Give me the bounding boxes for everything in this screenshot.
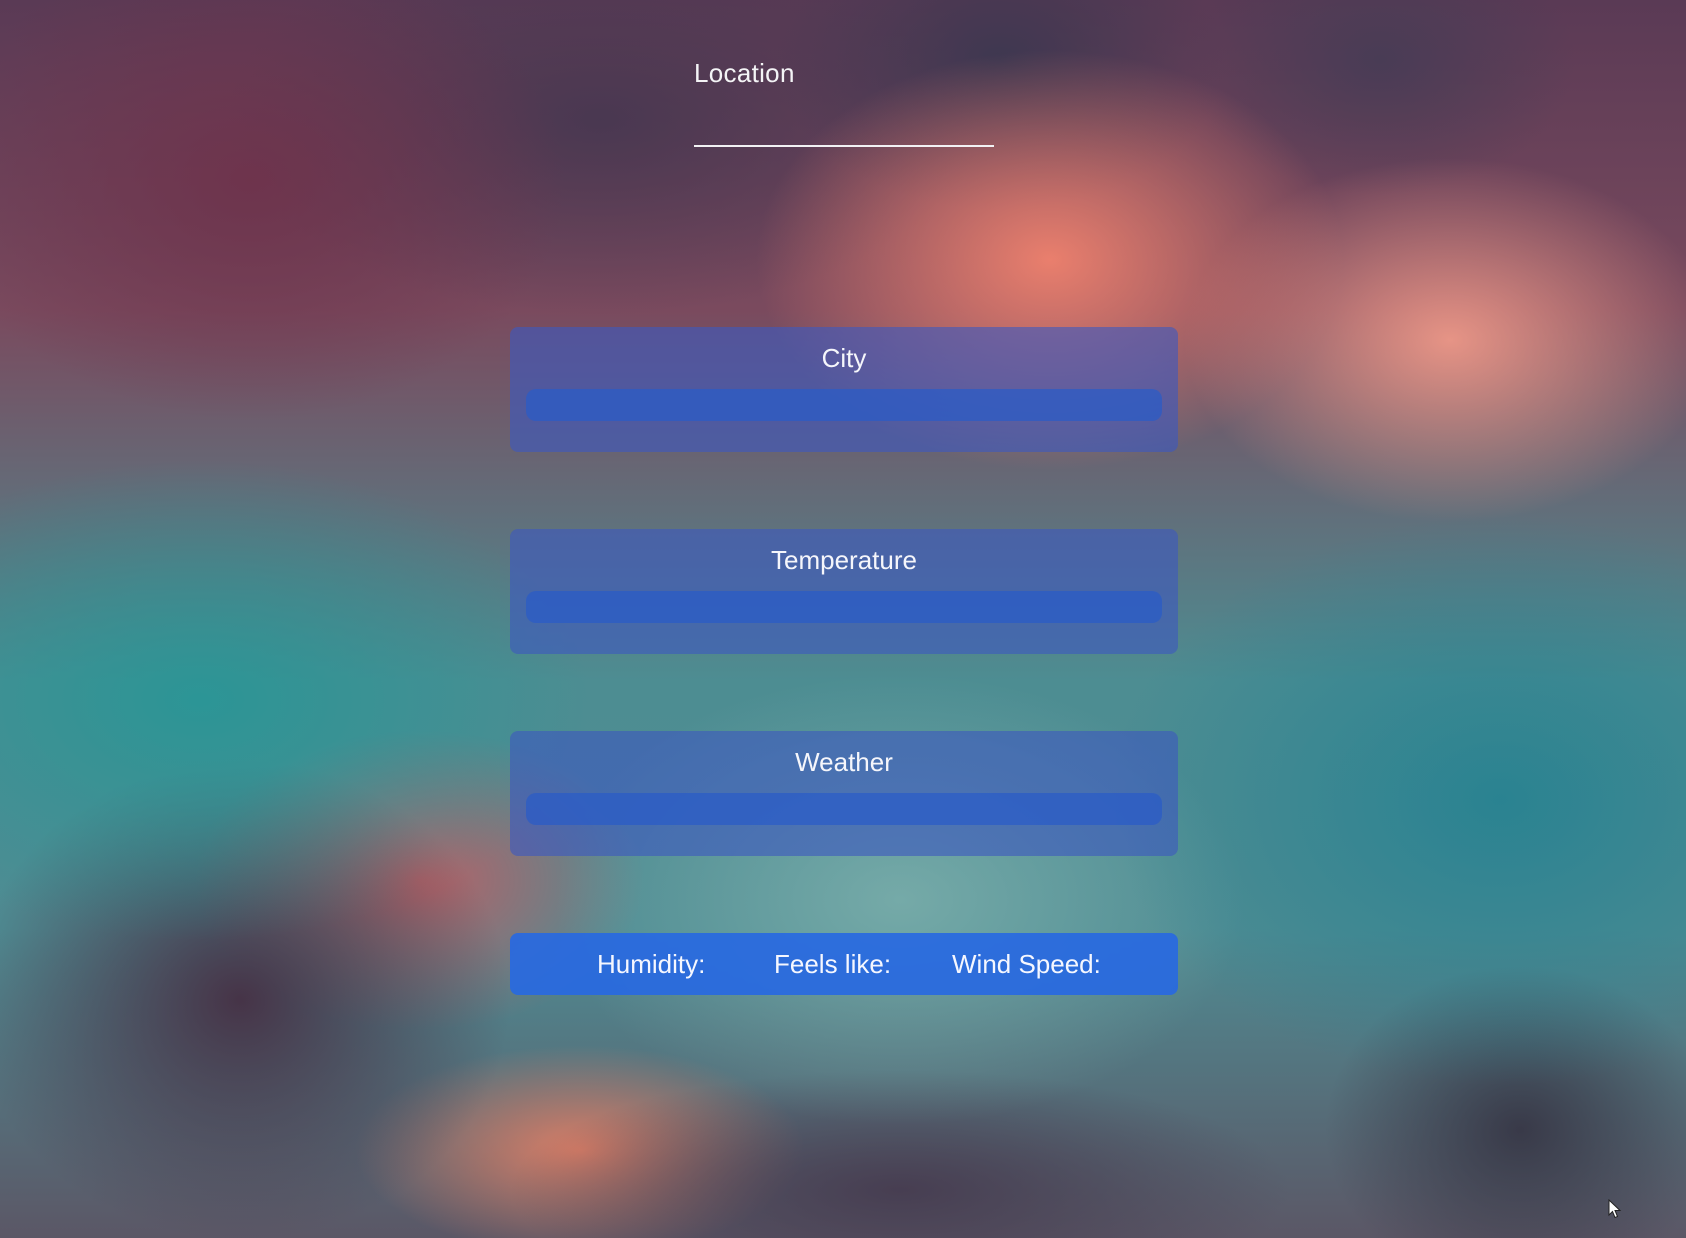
weather-title: Weather <box>795 747 893 777</box>
temperature-panel: Temperature <box>510 529 1178 654</box>
location-input[interactable] <box>694 111 994 147</box>
humidity-label: Humidity: <box>597 949 706 979</box>
mouse-cursor-icon <box>1608 1198 1622 1219</box>
feels-like-label: Feels like: <box>774 949 892 979</box>
weather-value-field <box>526 793 1162 825</box>
city-title: City <box>821 343 867 373</box>
wind-speed-label: Wind Speed: <box>952 949 1101 979</box>
temperature-value-field <box>526 591 1162 623</box>
temperature-title: Temperature <box>771 545 917 575</box>
city-panel: City <box>510 327 1178 452</box>
location-label: Location <box>694 58 795 88</box>
weather-panel: Weather <box>510 731 1178 856</box>
location-section: Location <box>694 58 994 147</box>
city-value-field <box>526 389 1162 421</box>
stats-bar: Humidity: Feels like: Wind Speed: <box>510 933 1178 995</box>
